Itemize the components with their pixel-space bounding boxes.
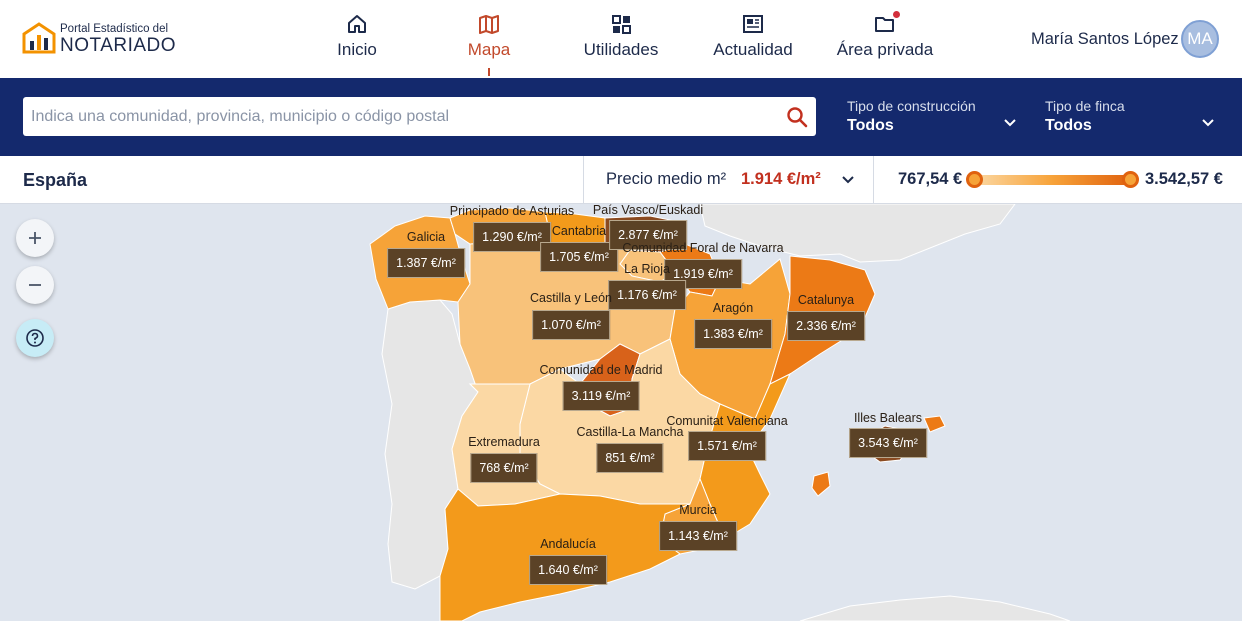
building-chart-logo-icon xyxy=(22,22,56,54)
nav-area-privada[interactable]: Área privada xyxy=(820,10,950,70)
help-button[interactable] xyxy=(16,319,54,357)
range-max-value: 3.542,57 € xyxy=(1145,170,1223,188)
user-name[interactable]: María Santos López xyxy=(1031,30,1179,49)
logo-tagline: Portal Estadístico del xyxy=(60,23,169,35)
divider xyxy=(583,156,584,204)
region-label-galicia: Galicia xyxy=(406,230,446,244)
region-label-andalucia: Andalucía xyxy=(540,537,596,551)
region-price-castilla-la-mancha[interactable]: 851 €/m² xyxy=(596,443,664,473)
search-box xyxy=(23,97,816,136)
region-label-madrid: Comunidad de Madrid xyxy=(539,363,663,377)
nav-label: Actualidad xyxy=(713,40,793,59)
region-baleares-menorca-shape[interactable] xyxy=(923,415,946,433)
divider xyxy=(873,156,874,204)
range-handle-max[interactable] xyxy=(1121,171,1139,188)
region-label-extremadura: Extremadura xyxy=(468,435,540,449)
estate-type-value: Todos xyxy=(1045,117,1092,134)
map-icon xyxy=(479,15,499,34)
range-min-value: 767,54 € xyxy=(898,170,963,188)
average-price-label: Precio medio m² xyxy=(606,170,727,188)
top-navigation: Portal Estadístico del NOTARIADO Inicio … xyxy=(0,0,1242,78)
region-price-aragon[interactable]: 1.383 €/m² xyxy=(694,319,772,349)
estate-type-label: Tipo de finca xyxy=(1045,98,1125,114)
active-indicator xyxy=(488,68,490,76)
logo-wordmark: NOTARIADO xyxy=(60,35,177,56)
region-label-asturias: Principado de Asturias xyxy=(449,204,575,218)
region-label-pais-vasco: País Vasco/Euskadi xyxy=(592,203,704,217)
region-label-cantabria: Cantabria xyxy=(551,224,607,238)
region-label-baleares: Illes Balears xyxy=(853,411,923,425)
chevron-down-icon[interactable] xyxy=(841,175,855,185)
minus-icon xyxy=(29,284,41,286)
choropleth-map[interactable]: Galicia 1.387 €/m² Principado de Asturia… xyxy=(0,203,1242,621)
grid-icon xyxy=(612,15,631,34)
zoom-in-button[interactable] xyxy=(16,219,54,257)
nav-mapa[interactable]: Mapa xyxy=(424,10,554,76)
nav-label: Mapa xyxy=(467,40,511,59)
region-price-murcia[interactable]: 1.143 €/m² xyxy=(659,521,737,551)
region-price-catalunya[interactable]: 2.336 €/m² xyxy=(787,311,865,341)
region-label-navarra: Comunidad Foral de Navarra xyxy=(622,241,784,255)
selected-region-title: España xyxy=(23,170,88,190)
region-price-galicia[interactable]: 1.387 €/m² xyxy=(387,248,465,278)
chevron-down-icon xyxy=(1004,119,1016,127)
info-bar: España Precio medio m² 1.914 €/m² 767,54… xyxy=(0,156,1242,204)
nav-actualidad[interactable]: Actualidad xyxy=(688,10,818,70)
region-price-la-rioja[interactable]: 1.176 €/m² xyxy=(608,280,686,310)
region-label-aragon: Aragón xyxy=(712,301,754,315)
region-price-madrid[interactable]: 3.119 €/m² xyxy=(562,381,640,411)
nav-inicio[interactable]: Inicio xyxy=(292,10,422,70)
africa-shape xyxy=(799,595,1071,621)
construction-type-select[interactable]: Tipo de construcción Todos xyxy=(847,98,1019,138)
region-label-castilla-leon: Castilla y León xyxy=(530,291,612,305)
price-range-slider[interactable] xyxy=(974,175,1130,185)
plus-icon xyxy=(29,232,41,244)
region-label-valenciana: Comunitat Valenciana xyxy=(666,414,788,428)
nav-label: Utilidades xyxy=(583,40,659,59)
newspaper-icon xyxy=(743,15,763,33)
nav-utilidades[interactable]: Utilidades xyxy=(556,10,686,70)
user-avatar[interactable]: MA xyxy=(1181,20,1219,58)
question-mark-icon xyxy=(26,329,44,347)
nav-label: Área privada xyxy=(836,40,934,59)
search-icon[interactable] xyxy=(786,106,808,128)
region-price-cantabria[interactable]: 1.705 €/m² xyxy=(540,242,618,272)
notification-badge xyxy=(893,11,900,18)
region-label-catalunya: Catalunya xyxy=(797,293,855,307)
home-icon xyxy=(348,15,366,33)
notariado-logo[interactable]: Portal Estadístico del NOTARIADO xyxy=(22,20,192,60)
nav-label: Inicio xyxy=(337,40,377,59)
region-price-valenciana[interactable]: 1.571 €/m² xyxy=(688,431,766,461)
chevron-down-icon xyxy=(1202,119,1214,127)
region-price-baleares[interactable]: 3.543 €/m² xyxy=(849,428,927,458)
zoom-out-button[interactable] xyxy=(16,266,54,304)
region-price-andalucia[interactable]: 1.640 €/m² xyxy=(529,555,607,585)
region-price-castilla-leon[interactable]: 1.070 €/m² xyxy=(532,310,610,340)
filter-bar: Tipo de construcción Todos Tipo de finca… xyxy=(0,78,1242,156)
region-price-extremadura[interactable]: 768 €/m² xyxy=(470,453,538,483)
construction-type-value: Todos xyxy=(847,117,894,134)
construction-type-label: Tipo de construcción xyxy=(847,98,976,114)
range-handle-min[interactable] xyxy=(965,171,983,188)
region-label-la-rioja: La Rioja xyxy=(624,262,670,276)
average-price-value: 1.914 €/m² xyxy=(741,170,821,188)
search-input[interactable] xyxy=(23,97,778,136)
region-baleares-ibiza-shape[interactable] xyxy=(811,471,831,497)
spain-map-svg[interactable] xyxy=(0,204,1242,621)
region-label-murcia: Murcia xyxy=(679,503,717,517)
estate-type-select[interactable]: Tipo de finca Todos xyxy=(1045,98,1217,138)
